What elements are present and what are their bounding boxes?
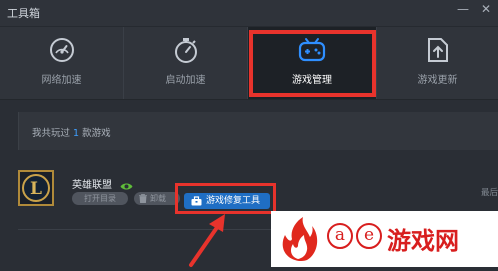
- open-directory-button[interactable]: 打开目录: [72, 192, 128, 205]
- watermark-e-icon: e: [356, 223, 382, 249]
- highlight-box-game-management: [249, 30, 376, 97]
- site-watermark: a e 游戏网: [271, 211, 498, 267]
- speedometer-icon: [48, 36, 76, 68]
- nav-label: 网络加速: [41, 75, 82, 86]
- uninstall-button[interactable]: 卸载: [134, 192, 180, 205]
- trash-icon: [139, 194, 147, 207]
- games-played-summary: 我共玩过 1 款游戏: [18, 112, 498, 150]
- svg-text:L: L: [30, 179, 42, 199]
- window-title: 工具箱: [7, 7, 40, 20]
- summary-count: 1: [73, 128, 80, 139]
- flame-logo-icon: [277, 215, 321, 267]
- game-name: 英雄联盟: [72, 180, 112, 191]
- summary-prefix: 我共玩过: [32, 128, 71, 139]
- nav-label: 游戏更新: [417, 75, 458, 86]
- nav-item-startup-boost[interactable]: 启动加速: [124, 27, 248, 99]
- stopwatch-icon: [172, 36, 200, 68]
- watermark-a-icon: a: [327, 223, 353, 249]
- red-arrow-icon: [185, 212, 233, 271]
- watermark-text: 游戏网: [387, 227, 459, 255]
- nav-label: 启动加速: [165, 75, 206, 86]
- uninstall-label: 卸载: [150, 194, 166, 203]
- summary-text: 我共玩过 1 款游戏: [32, 125, 111, 139]
- highlight-box-repair-tool: [175, 183, 276, 214]
- league-of-legends-icon[interactable]: L: [18, 170, 54, 206]
- title-bar: 工具箱 — ✕: [0, 0, 498, 27]
- nav-item-game-update[interactable]: 游戏更新: [377, 27, 498, 99]
- minimize-button[interactable]: —: [452, 0, 474, 18]
- close-button[interactable]: ✕: [475, 0, 497, 18]
- nav-item-network-boost[interactable]: 网络加速: [0, 27, 124, 99]
- last-played-label: 最后: [481, 188, 498, 198]
- file-upload-icon: [425, 36, 451, 68]
- summary-suffix: 款游戏: [82, 128, 111, 139]
